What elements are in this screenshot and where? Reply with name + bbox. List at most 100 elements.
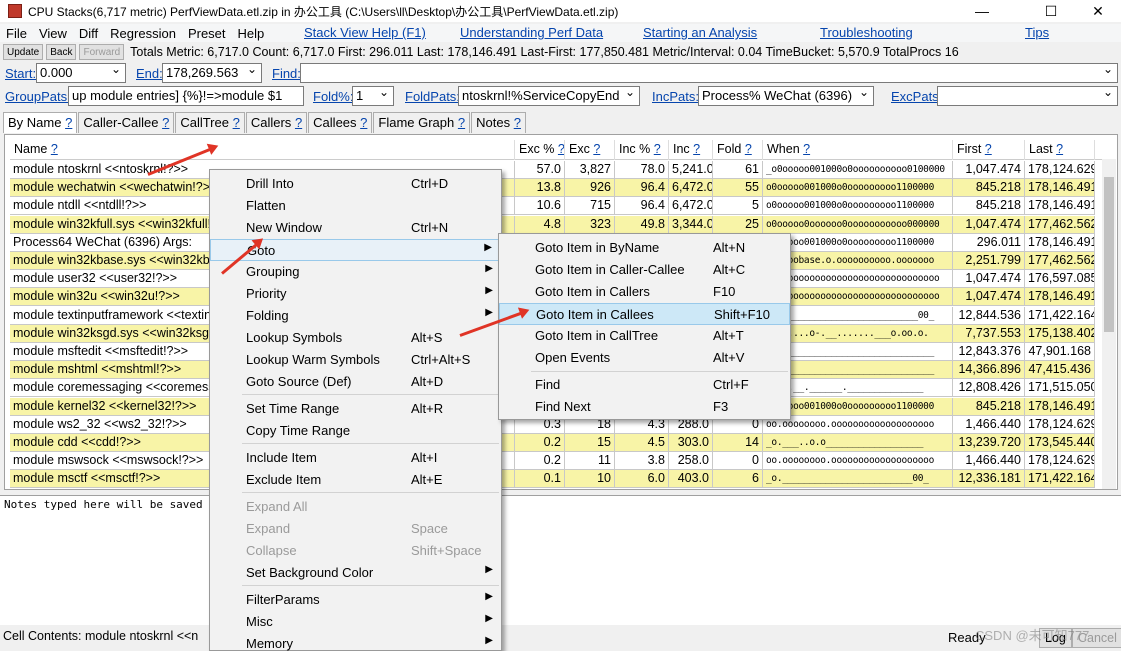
cell-when[interactable]: o0ooooo0oooooo0ooooooooooo000000: [763, 215, 953, 234]
tab-callers[interactable]: Callers ?: [245, 112, 308, 133]
help-link[interactable]: ?: [654, 142, 661, 156]
tips-link[interactable]: Tips: [1025, 25, 1049, 40]
column-header[interactable]: When ?: [763, 140, 953, 160]
troubleshooting-link[interactable]: Troubleshooting: [820, 25, 913, 40]
help-link[interactable]: ?: [233, 115, 240, 130]
end-input[interactable]: 178,269.563: [162, 63, 262, 83]
menu-item-expand-all[interactable]: Expand All: [210, 496, 501, 518]
cell-when[interactable]: oooooooooooooooooooooooooooooooo: [763, 288, 953, 307]
cell-fold[interactable]: 55: [713, 179, 763, 198]
cell-inc-pct[interactable]: 96.4: [615, 197, 669, 216]
column-header[interactable]: First ?: [953, 140, 1025, 160]
cell-last[interactable]: 178,146.491: [1025, 397, 1095, 416]
cell-inc[interactable]: 303.0: [669, 434, 713, 452]
starting-analysis-link[interactable]: Starting an Analysis: [643, 25, 757, 40]
cell-last[interactable]: 178,146.491: [1025, 233, 1095, 252]
cell-exc[interactable]: 10: [565, 470, 615, 489]
incpats-label[interactable]: IncPats:: [652, 89, 699, 104]
menu-item-set-background-color[interactable]: Set Background Color ▶: [210, 562, 501, 584]
cell-inc[interactable]: 3,344.0: [669, 215, 713, 234]
menu-preset[interactable]: Preset: [182, 26, 232, 41]
cell-when[interactable]: _o0ooooo001000o0oooooooooo0100000: [763, 161, 953, 179]
excpats-input[interactable]: [937, 86, 1118, 106]
menu-item-new-window[interactable]: New Window Ctrl+N: [210, 217, 501, 239]
cell-when[interactable]: _o.___..o.o__________________: [763, 434, 953, 452]
minimize-button[interactable]: —: [959, 0, 1005, 22]
cell-inc[interactable]: 6,472.0: [669, 197, 713, 216]
help-link[interactable]: ?: [514, 115, 521, 130]
cell-fold[interactable]: 6: [713, 470, 763, 489]
submenu-item-find[interactable]: Find Ctrl+F: [499, 374, 790, 396]
cell-when[interactable]: o0ooooo001000o0ooooooooo1100000: [763, 197, 953, 216]
cell-last[interactable]: 171,422.164: [1025, 470, 1095, 489]
foldpats-label[interactable]: FoldPats:: [405, 89, 460, 104]
column-header[interactable]: Exc ?: [565, 140, 615, 160]
cell-when[interactable]: o0ooooo001000o0ooooooooo1100000: [763, 233, 953, 252]
cell-first[interactable]: 845.218: [953, 179, 1025, 198]
cell-when[interactable]: ____.__.______.______________: [763, 379, 953, 398]
cell-last[interactable]: 171,515.050: [1025, 379, 1095, 398]
cell-first[interactable]: 1,047.474: [953, 270, 1025, 289]
column-header[interactable]: Exc % ?: [515, 140, 565, 160]
cell-exc-pct[interactable]: 57.0: [515, 161, 565, 179]
cell-last[interactable]: 171,422.164: [1025, 306, 1095, 325]
menu-help[interactable]: Help: [232, 26, 271, 41]
tab-by-name[interactable]: By Name ?: [3, 112, 78, 133]
cell-when[interactable]: o0ooooo001000o0ooooooooo1100000: [763, 179, 953, 198]
submenu-item-goto-item-in-callees[interactable]: Goto Item in Callees Shift+F10: [499, 303, 790, 325]
table-row[interactable]: module mswsock <<mswsock!?>> 0.2 11 3.8 258.…: [10, 452, 1104, 471]
cell-exc[interactable]: 715: [565, 197, 615, 216]
menu-file[interactable]: File: [0, 26, 33, 41]
cell-exc[interactable]: 926: [565, 179, 615, 198]
cell-inc-pct[interactable]: 3.8: [615, 452, 669, 471]
submenu-item-goto-item-in-callers[interactable]: Goto Item in Callers F10: [499, 281, 790, 303]
menu-item-filterparams[interactable]: FilterParams ▶: [210, 589, 501, 611]
tab-caller-callee[interactable]: Caller-Callee ?: [78, 112, 175, 133]
cell-first[interactable]: 845.218: [953, 197, 1025, 216]
forward-button[interactable]: Forward: [79, 44, 125, 60]
menu-item-expand[interactable]: Expand Space: [210, 518, 501, 540]
cell-first[interactable]: 296.011: [953, 233, 1025, 252]
cell-exc-pct[interactable]: 13.8: [515, 179, 565, 198]
cell-first[interactable]: 1,466.440: [953, 452, 1025, 471]
column-header[interactable]: Last ?: [1025, 140, 1095, 160]
table-row[interactable]: module msctf <<msctf!?>> 0.1 10 6.0 403.0 6 _o…: [10, 470, 1104, 489]
cell-last[interactable]: 178,146.491: [1025, 179, 1095, 198]
cell-first[interactable]: 12,336.181: [953, 470, 1025, 489]
help-link[interactable]: ?: [162, 115, 169, 130]
cell-when[interactable]: __oo___________________________: [763, 361, 953, 380]
cell-last[interactable]: 47,415.436: [1025, 361, 1095, 380]
start-input[interactable]: 0.000: [36, 63, 126, 83]
cell-last[interactable]: 177,462.562: [1025, 252, 1095, 270]
menu-item-exclude-item[interactable]: Exclude Item Alt+E: [210, 469, 501, 491]
menu-item-copy-time-range[interactable]: Copy Time Range: [210, 420, 501, 442]
fold-percent-input[interactable]: 1: [352, 86, 394, 106]
cell-exc-pct[interactable]: 0.2: [515, 452, 565, 471]
scrollbar-thumb[interactable]: [1104, 177, 1114, 332]
help-link[interactable]: ?: [803, 142, 810, 156]
menu-item-set-time-range[interactable]: Set Time Range Alt+R: [210, 398, 501, 420]
table-row[interactable]: module win32kfull.sys <<win32kfull!?>> 4.…: [10, 215, 1104, 234]
fold-percent-label[interactable]: Fold%:: [313, 89, 353, 104]
cell-when[interactable]: oooooobase.o.oooooooooo.ooooooo: [763, 252, 953, 270]
cell-last[interactable]: 178,146.491: [1025, 288, 1095, 307]
notes-pane[interactable]: Notes typed here will be saved: [0, 495, 1121, 625]
help-link[interactable]: ?: [985, 142, 992, 156]
start-label[interactable]: Start:: [5, 66, 36, 81]
tab-calltree[interactable]: CallTree ?: [175, 112, 245, 133]
cell-first[interactable]: 12,808.426: [953, 379, 1025, 398]
column-header[interactable]: Fold ?: [713, 140, 763, 160]
foldpats-input[interactable]: ntoskrnl!%ServiceCopyEnd: [458, 86, 640, 106]
menu-item-misc[interactable]: Misc ▶: [210, 611, 501, 633]
cell-inc-pct[interactable]: 78.0: [615, 161, 669, 179]
table-row[interactable]: module ntdll <<ntdll!?>> 10.6 715 96.4 6,472…: [10, 197, 1104, 216]
cell-when[interactable]: _o.________________________00_: [763, 470, 953, 489]
cell-fold[interactable]: 25: [713, 215, 763, 234]
help-link[interactable]: ?: [558, 142, 564, 156]
close-button[interactable]: ✕: [1075, 0, 1121, 22]
menu-item-grouping[interactable]: Grouping ▶: [210, 261, 501, 283]
cell-when[interactable]: ___.....o-.__.......___o.oo.o.: [763, 324, 953, 343]
column-header[interactable]: Name ?: [10, 140, 515, 160]
end-label[interactable]: End:: [136, 66, 163, 81]
menu-item-include-item[interactable]: Include Item Alt+I: [210, 447, 501, 469]
